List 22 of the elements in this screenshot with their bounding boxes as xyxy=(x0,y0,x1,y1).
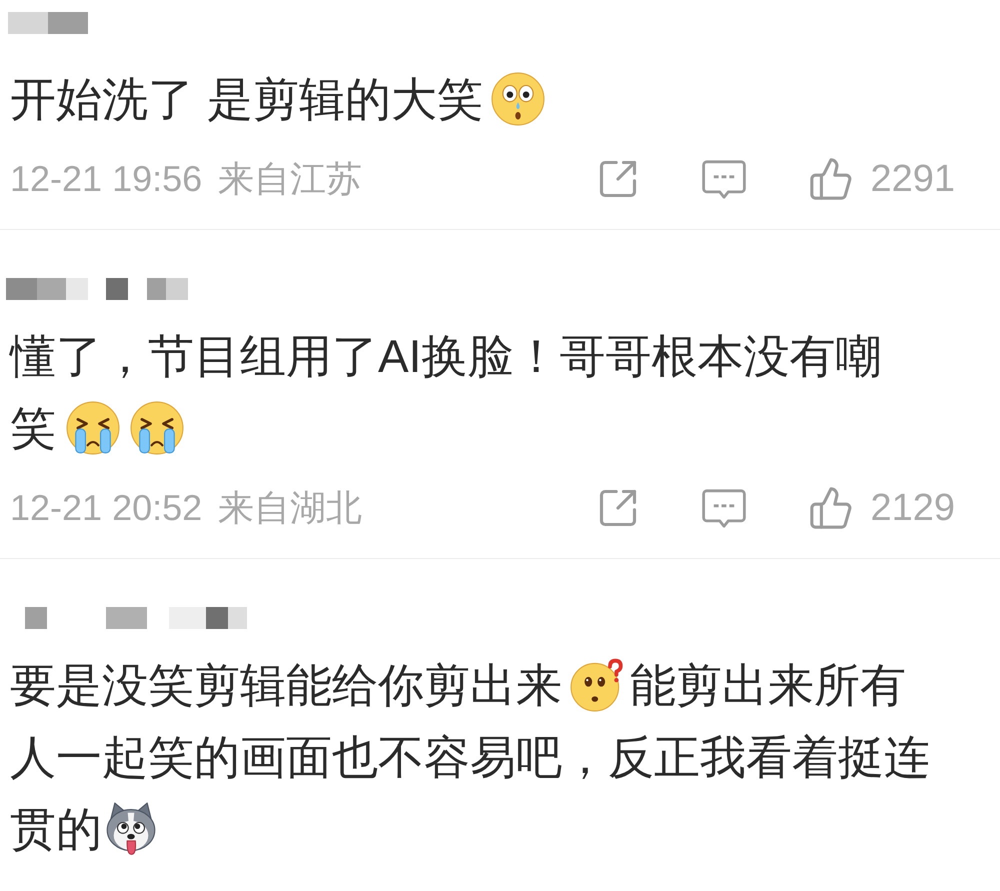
like-button[interactable]: 2291 xyxy=(808,156,955,202)
comment-text: 贯的 xyxy=(10,802,102,856)
dog-face-icon xyxy=(104,802,158,856)
comment-text: 笑 xyxy=(10,401,56,455)
comment-text: 要是没笑剪辑能给你剪出来 xyxy=(10,658,562,712)
comment-icon[interactable] xyxy=(702,488,746,528)
comment-text: 懂了，节目组用了AI换脸！哥哥根本没有嘲 xyxy=(10,329,882,383)
comment-text: 能剪出来所有 xyxy=(630,658,906,712)
comment-time: 12-21 19:56 xyxy=(10,161,202,197)
comment-text: 人一起笑的画面也不容易吧，反正我看着挺连 xyxy=(10,730,930,784)
confused-face-icon xyxy=(570,658,624,712)
crying-face-icon xyxy=(130,401,184,455)
comment-icon[interactable] xyxy=(702,160,746,198)
like-button[interactable]: 2129 xyxy=(808,485,955,531)
thumbs-up-icon[interactable] xyxy=(808,485,854,531)
thumbs-up-icon[interactable] xyxy=(808,156,854,202)
comment-time: 12-21 20:52 xyxy=(10,490,202,526)
comment-location: 来自江苏 xyxy=(218,161,362,197)
comment-text: 开始洗了 是剪辑的大笑 xyxy=(10,72,483,126)
comment-location: 来自湖北 xyxy=(218,490,362,526)
surprised-face-icon xyxy=(490,72,545,126)
crying-face-icon xyxy=(66,401,120,455)
